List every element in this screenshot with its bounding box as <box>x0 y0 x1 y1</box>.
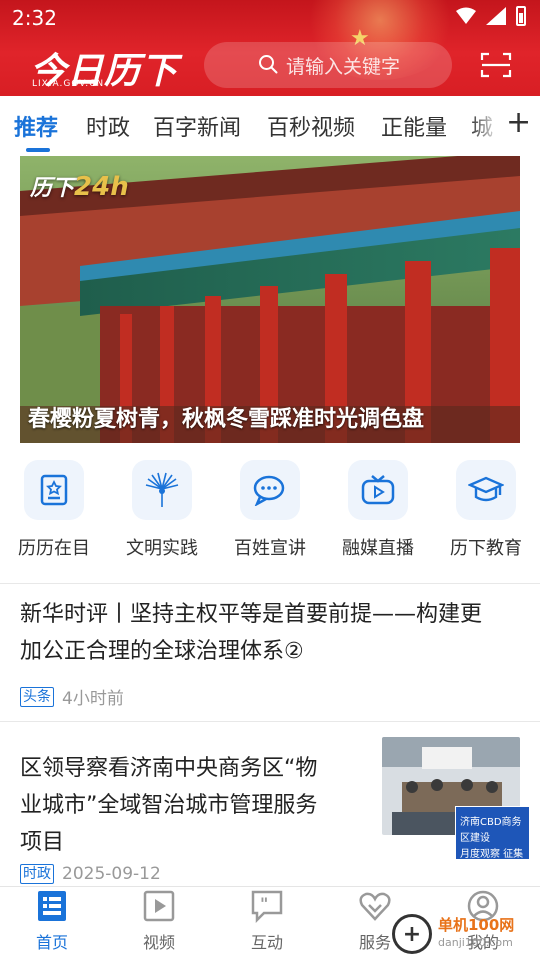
overlay-line: 月度观察 征集 <box>460 849 524 860</box>
banner-badge-num: 24h <box>74 172 129 202</box>
status-time: 2:32 <box>12 6 57 30</box>
news-title[interactable]: 区领导察看济南中央商务区“物 业城市”全域智治城市管理服务 项目 <box>20 750 370 861</box>
nav-label: 互动 <box>250 933 283 952</box>
tab-politics[interactable]: 时政 <box>86 110 130 142</box>
tab-recommend[interactable]: 推荐 <box>14 110 58 142</box>
app-header: ★ 2:32 今日历下 LIXIA.GOV.CN 请输入关键字 <box>0 0 540 96</box>
quick-entry-label: 百姓宣讲 <box>234 538 306 559</box>
quick-entry-lilizaimu[interactable]: 历历在目 <box>4 460 104 560</box>
search-icon <box>259 55 278 74</box>
featured-banner[interactable]: 历下24h 春樱粉夏树青，秋枫冬雪踩准时光调色盘 <box>20 156 520 443</box>
news-title-line: 项目 <box>20 830 65 855</box>
banner-badge: 历下24h <box>30 170 129 202</box>
thumbnail-overlay-ad[interactable]: 济南CBD商务区建设 月度观察 征集 <box>455 806 530 860</box>
tab-hundred-second-video[interactable]: 百秒视频 <box>267 110 355 142</box>
quick-entry-rongmei[interactable]: 融媒直播 <box>328 460 428 560</box>
video-play-icon <box>143 890 175 922</box>
tab-hundred-word-news[interactable]: 百字新闻 <box>153 110 241 142</box>
tab-fade <box>470 96 508 154</box>
quick-entry-grid: 历历在目 文明实践 百姓宣讲 融媒直播 历下教育 <box>0 460 540 570</box>
battery-icon <box>516 6 526 26</box>
status-icons <box>456 6 526 26</box>
divider <box>0 583 540 584</box>
news-title-line: 加公正合理的全球治理体系② <box>20 639 304 664</box>
divider <box>0 721 540 722</box>
peacock-icon <box>132 460 192 520</box>
news-title-line: 新华时评丨坚持主权平等是首要前提——构建更 <box>20 602 483 627</box>
scan-icon[interactable] <box>480 52 512 78</box>
chat-bubbles-icon <box>240 460 300 520</box>
tv-play-icon <box>348 460 408 520</box>
nav-home[interactable]: 首页 <box>12 889 92 953</box>
news-title-line: 业城市”全域智治城市管理服务 <box>20 793 318 818</box>
banner-caption: 春樱粉夏树青，秋枫冬雪踩准时光调色盘 <box>28 406 425 432</box>
news-tag: 时政 <box>20 864 54 884</box>
tab-positive-energy[interactable]: 正能量 <box>381 110 447 142</box>
search-bar[interactable]: 请输入关键字 <box>204 42 452 88</box>
nav-label: 视频 <box>142 933 175 952</box>
nav-label: 首页 <box>35 933 68 952</box>
banner-badge-text: 历下 <box>30 176 75 201</box>
id-card-icon <box>24 460 84 520</box>
quick-entry-label: 历下教育 <box>450 538 522 559</box>
nav-interact[interactable]: " 互动 <box>227 889 307 953</box>
add-tab-icon[interactable]: + <box>506 108 531 138</box>
quick-entry-jiaoyu[interactable]: 历下教育 <box>436 460 536 560</box>
quick-entry-label: 历历在目 <box>18 538 90 559</box>
watermark-title: 单机100网 <box>438 916 515 934</box>
app-logo-domain: LIXIA.GOV.CN <box>32 79 105 89</box>
news-title-line: 区领导察看济南中央商务区“物 <box>20 756 318 781</box>
news-time: 2025-09-12 <box>62 864 161 884</box>
site-watermark: + 单机100网 danji100.com <box>392 914 514 954</box>
quick-entry-baixing[interactable]: 百姓宣讲 <box>220 460 320 560</box>
active-tab-indicator <box>26 148 50 152</box>
overlay-line: 济南CBD商务区建设 <box>460 817 522 844</box>
quick-entry-wenming[interactable]: 文明实践 <box>112 460 212 560</box>
svg-text:": " <box>260 894 268 913</box>
news-meta: 时政 2025-09-12 <box>20 864 161 884</box>
search-placeholder: 请输入关键字 <box>286 55 401 78</box>
news-meta: 头条 4小时前 <box>20 684 124 709</box>
quick-entry-label: 文明实践 <box>126 538 198 559</box>
home-list-icon <box>38 891 66 921</box>
watermark-logo-icon: + <box>392 914 432 954</box>
news-time: 4小时前 <box>62 689 124 709</box>
quick-entry-label: 融媒直播 <box>342 538 414 559</box>
watermark-url: danji100.com <box>438 936 513 949</box>
news-title[interactable]: 新华时评丨坚持主权平等是首要前提——构建更 加公正合理的全球治理体系② <box>20 596 525 670</box>
watermark-text: 单机100网 danji100.com <box>438 916 514 952</box>
graduation-cap-icon <box>456 460 516 520</box>
signal-icon <box>486 7 506 25</box>
wifi-icon <box>456 7 476 24</box>
news-tag: 头条 <box>20 686 54 707</box>
heart-service-icon <box>359 892 391 921</box>
category-tabs: 推荐 时政 百字新闻 百秒视频 正能量 城 <box>0 96 540 154</box>
nav-video[interactable]: 视频 <box>119 889 199 953</box>
quote-bubble-icon: " <box>251 890 283 924</box>
